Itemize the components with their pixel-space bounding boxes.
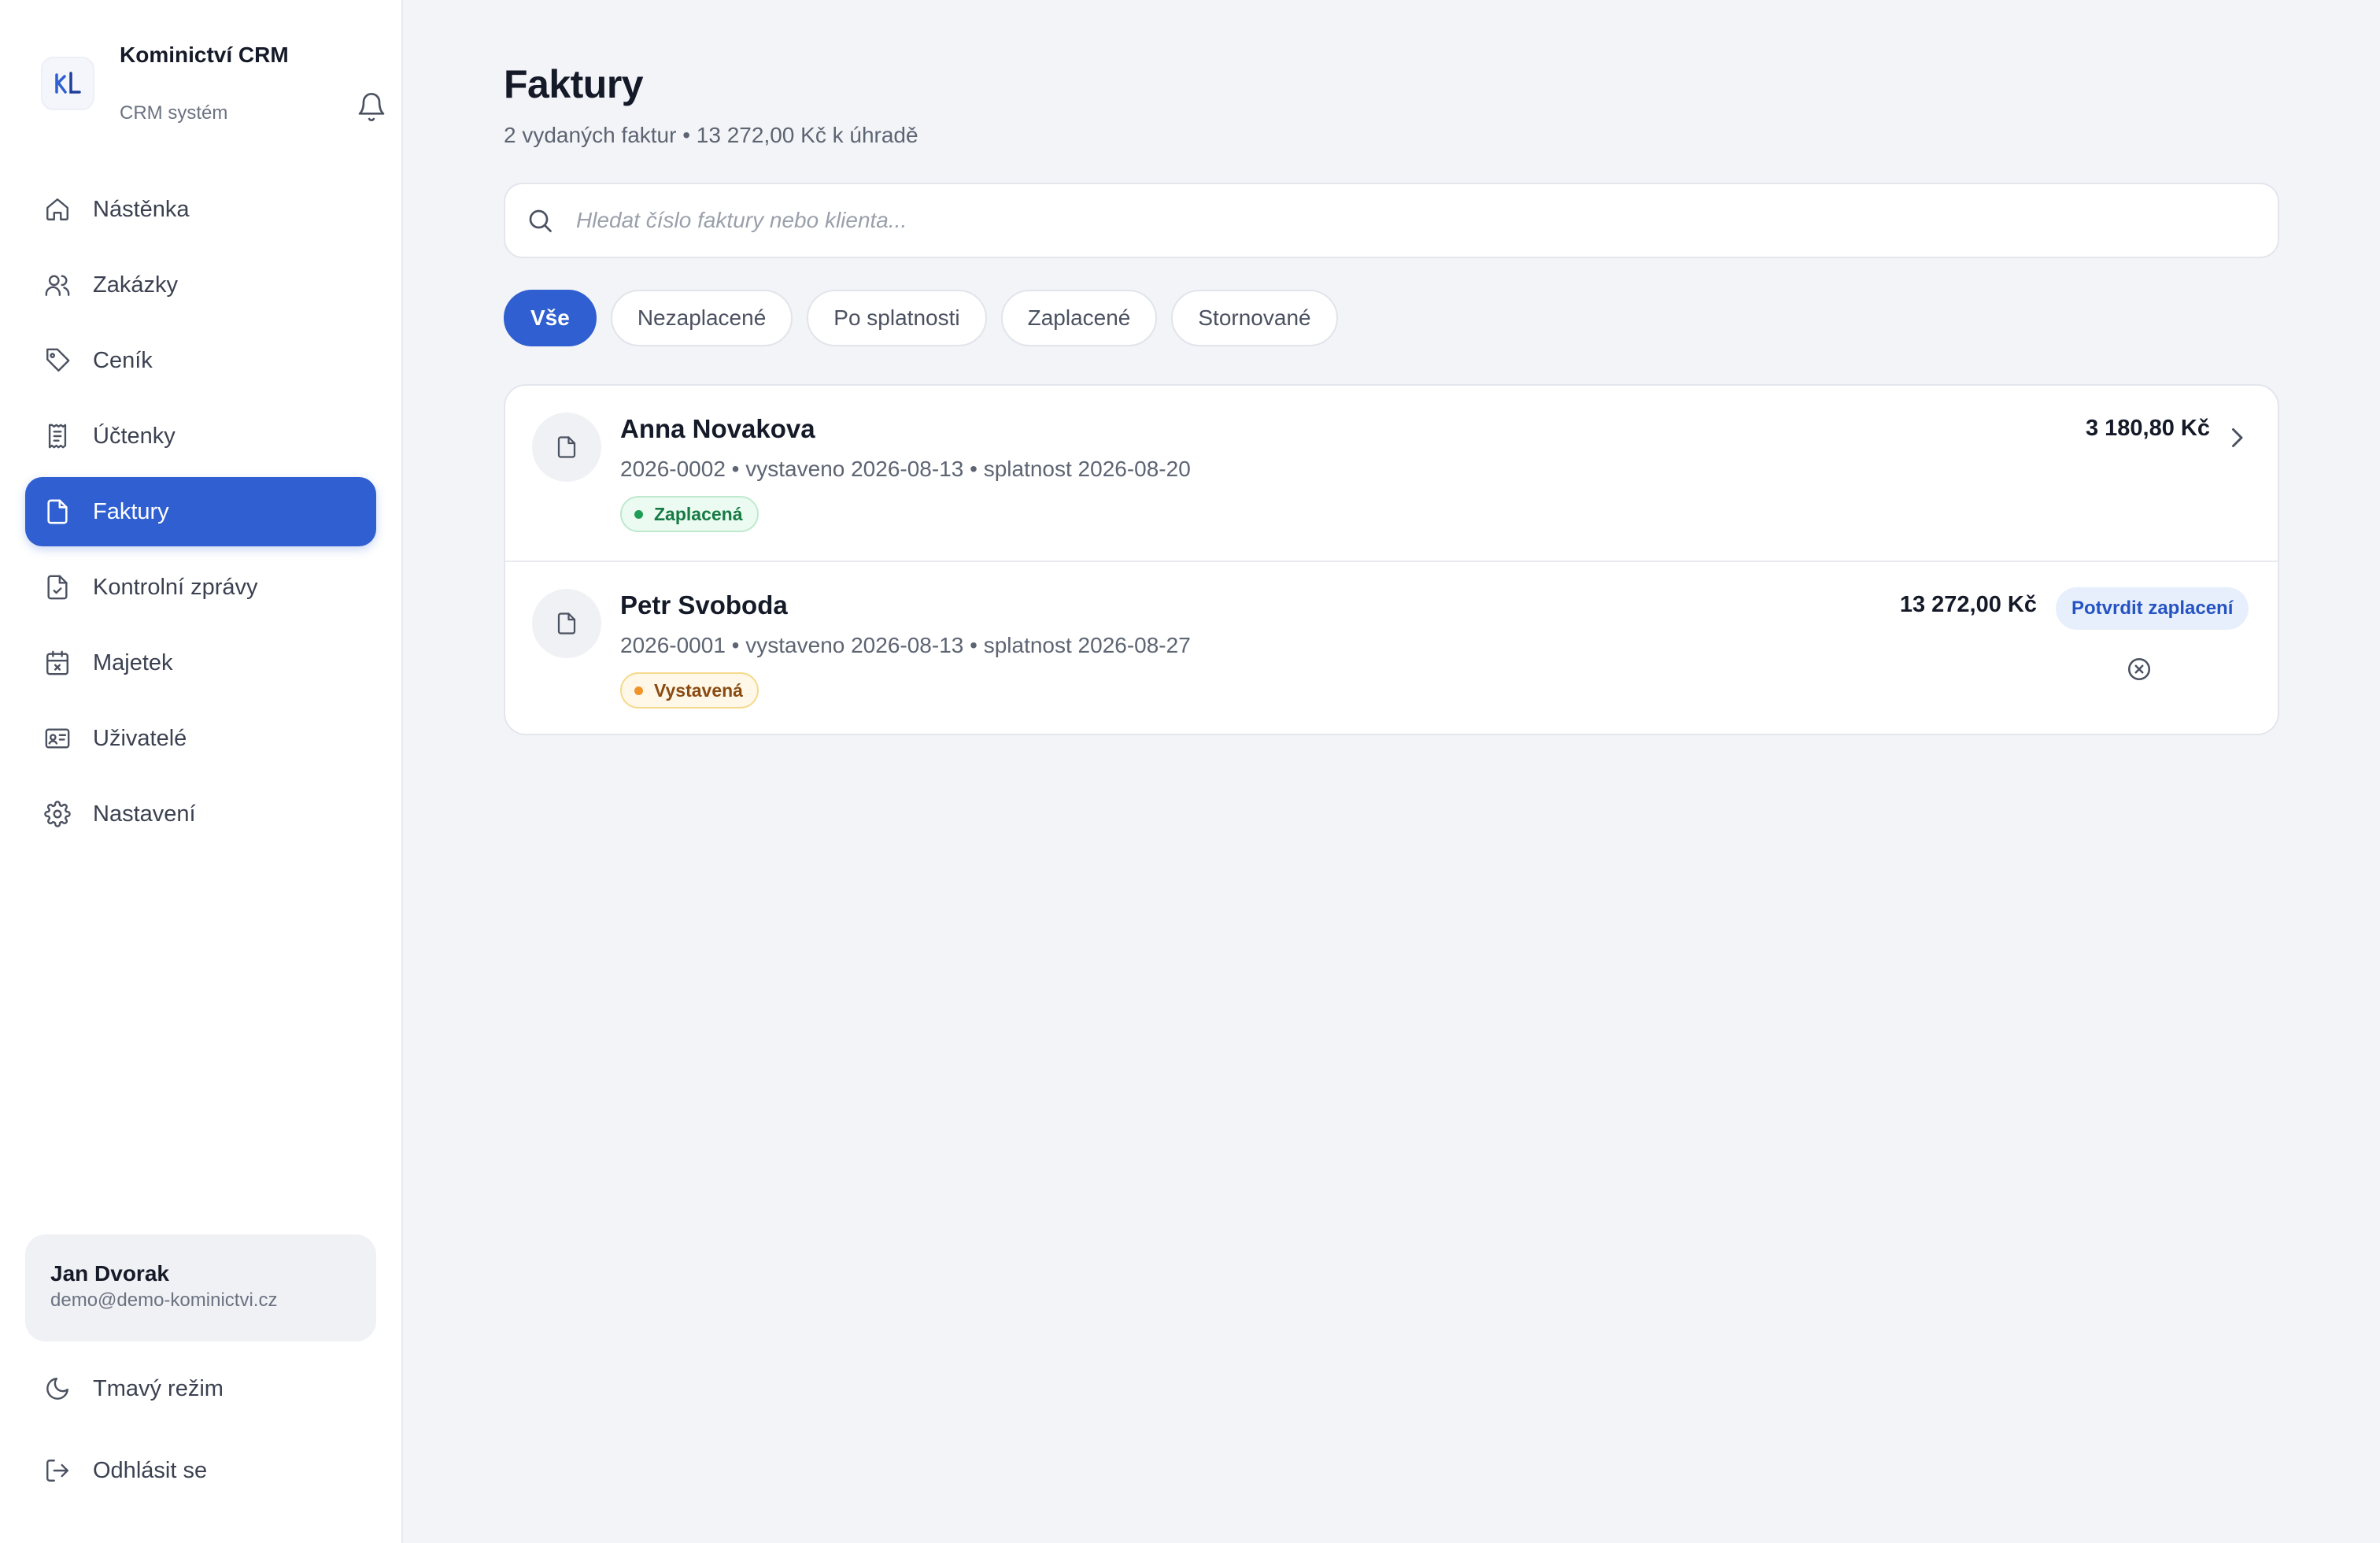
id-card-icon <box>42 723 72 753</box>
brand-name: Kominictví CRM <box>120 43 289 67</box>
sidebar-item-majetek[interactable]: Majetek <box>25 628 376 697</box>
filter-chips: Vše Nezaplacené Po splatnosti Zaplacené … <box>504 290 1352 346</box>
status-label: Vystavená <box>654 679 743 701</box>
invoice-row[interactable]: Anna Novakova 2026-0002 • vystaveno 2026… <box>505 386 2278 561</box>
filter-unpaid[interactable]: Nezaplacené <box>610 290 793 346</box>
page-title: Faktury <box>504 62 644 106</box>
invoice-client: Petr Svoboda <box>620 590 788 620</box>
status-badge: Zaplacená <box>620 496 759 532</box>
sidebar-item-cenik[interactable]: Ceník <box>25 326 376 395</box>
file-icon <box>532 413 601 482</box>
confirm-payment-button[interactable]: Potvrdit zaplacení <box>2056 587 2249 630</box>
sidebar-item-label: Ceník <box>93 347 153 373</box>
user-name: Jan Dvorak <box>50 1261 169 1286</box>
sidebar-item-label: Nastavení <box>93 801 196 827</box>
sidebar-item-kontrolni-zpravy[interactable]: Kontrolní zprávy <box>25 553 376 622</box>
tag-icon <box>42 346 72 376</box>
status-dot <box>634 686 643 695</box>
sidebar-item-label: Uživatelé <box>93 725 187 751</box>
status-dot <box>634 509 643 519</box>
calendar-x-icon <box>42 648 72 678</box>
brand: Kominictví CRM CRM systém <box>41 39 387 134</box>
search-icon <box>524 205 556 236</box>
search-input[interactable] <box>576 208 2278 233</box>
user-card[interactable]: Jan Dvorak demo@demo-kominictvi.cz <box>25 1234 376 1341</box>
gear-icon <box>42 799 72 829</box>
invoice-meta: 2026-0001 • vystaveno 2026-08-13 • splat… <box>620 633 1191 657</box>
invoice-client: Anna Novakova <box>620 414 815 443</box>
filter-cancelled[interactable]: Stornované <box>1171 290 1338 346</box>
filter-overdue[interactable]: Po splatnosti <box>807 290 987 346</box>
filter-all[interactable]: Vše <box>504 290 597 346</box>
dark-mode-label: Tmavý režim <box>93 1375 224 1401</box>
sidebar-item-label: Zakázky <box>93 272 178 298</box>
chevron-right-icon[interactable] <box>2218 419 2256 457</box>
brand-subtitle: CRM systém <box>120 102 228 124</box>
invoice-amount: 13 272,00 Kč <box>1899 592 2037 617</box>
cancel-circle-icon[interactable] <box>2122 652 2156 686</box>
sidebar-item-label: Kontrolní zprávy <box>93 574 258 600</box>
moon-icon <box>42 1374 72 1404</box>
sidebar-item-faktury[interactable]: Faktury <box>25 477 376 546</box>
search-bar <box>504 183 2279 258</box>
home-icon <box>42 194 72 224</box>
invoice-amount: 3 180,80 Kč <box>2085 416 2210 441</box>
file-check-icon <box>42 572 72 602</box>
bell-icon[interactable] <box>353 88 390 126</box>
sidebar-item-nastenka[interactable]: Nástěnka <box>25 175 376 244</box>
sidebar-item-uzivatele[interactable]: Uživatelé <box>25 704 376 773</box>
sidebar-item-label: Nástěnka <box>93 196 190 222</box>
status-badge: Vystavená <box>620 672 759 709</box>
dark-mode-toggle[interactable]: Tmavý režim <box>25 1357 376 1420</box>
file-icon <box>532 589 601 658</box>
invoice-meta: 2026-0002 • vystaveno 2026-08-13 • splat… <box>620 457 1191 481</box>
invoice-row[interactable]: Petr Svoboda 2026-0001 • vystaveno 2026-… <box>505 561 2278 734</box>
user-email: demo@demo-kominictvi.cz <box>50 1290 278 1311</box>
status-label: Zaplacená <box>654 503 743 524</box>
logout-button[interactable]: Odhlásit se <box>25 1439 376 1502</box>
receipt-icon <box>42 421 72 451</box>
file-icon <box>42 497 72 527</box>
sidebar-nav: Nástěnka Zakázky Ceník Účtenky Faktury K… <box>25 175 376 855</box>
filter-paid[interactable]: Zaplacené <box>1000 290 1158 346</box>
sidebar-item-uctenky[interactable]: Účtenky <box>25 401 376 471</box>
sidebar-item-label: Majetek <box>93 649 173 675</box>
logo-icon <box>41 57 94 110</box>
sidebar-item-label: Účtenky <box>93 423 176 449</box>
sidebar-item-nastaveni[interactable]: Nastavení <box>25 779 376 849</box>
sidebar-item-label: Faktury <box>93 498 169 524</box>
invoice-list: Anna Novakova 2026-0002 • vystaveno 2026… <box>504 384 2279 735</box>
sidebar: Kominictví CRM CRM systém Nástěnka Zakáz… <box>0 0 403 1543</box>
logout-icon <box>42 1456 72 1486</box>
logout-label: Odhlásit se <box>93 1457 208 1483</box>
sidebar-item-zakazky[interactable]: Zakázky <box>25 250 376 320</box>
page-subtitle: 2 vydaných faktur • 13 272,00 Kč k úhrad… <box>504 123 918 147</box>
users-icon <box>42 270 72 300</box>
